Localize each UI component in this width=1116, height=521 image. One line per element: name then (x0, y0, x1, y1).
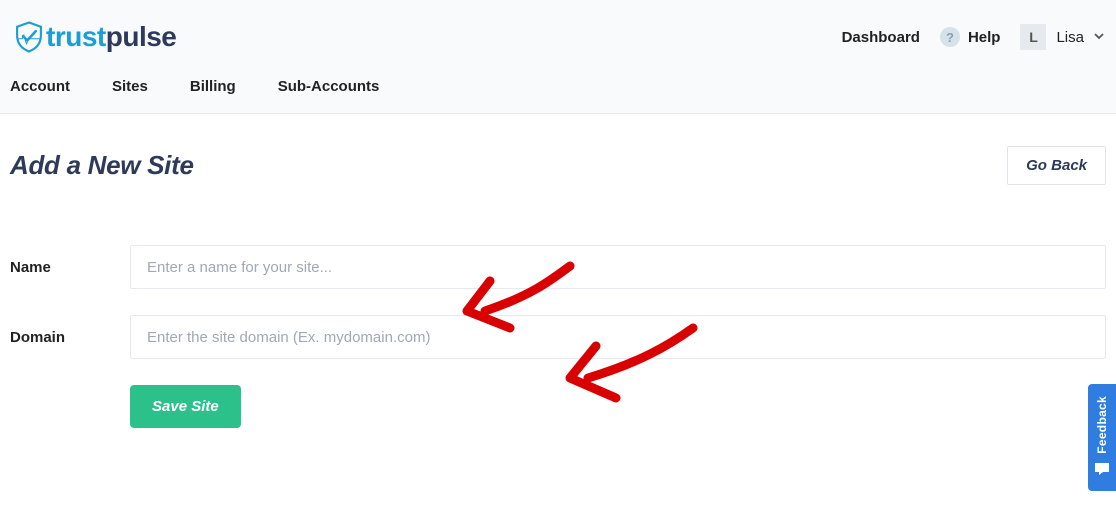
user-name: Lisa (1056, 29, 1084, 46)
site-domain-input[interactable] (130, 315, 1106, 359)
chevron-down-icon (1094, 31, 1104, 43)
help-icon: ? (940, 27, 960, 47)
save-site-button[interactable]: Save Site (130, 385, 241, 428)
secondary-nav: Account Sites Billing Sub-Accounts (0, 66, 1116, 113)
site-name-input[interactable] (130, 245, 1106, 289)
header-row: trustpulse Dashboard ? Help L Lisa (0, 0, 1116, 66)
nav-subaccounts[interactable]: Sub-Accounts (278, 78, 380, 95)
shield-check-icon (12, 20, 46, 54)
page-title: Add a New Site (10, 150, 194, 181)
nav-billing[interactable]: Billing (190, 78, 236, 95)
dashboard-link[interactable]: Dashboard (842, 29, 920, 46)
user-menu[interactable]: L Lisa (1020, 24, 1104, 50)
help-link[interactable]: ? Help (940, 27, 1001, 47)
page-head: Add a New Site Go Back (10, 146, 1106, 185)
top-header: trustpulse Dashboard ? Help L Lisa Accou… (0, 0, 1116, 114)
feedback-tab[interactable]: Feedback (1088, 384, 1116, 491)
help-label: Help (968, 29, 1001, 46)
page-body: Add a New Site Go Back Name Domain Save … (0, 114, 1116, 428)
name-label: Name (10, 259, 130, 276)
nav-sites[interactable]: Sites (112, 78, 148, 95)
domain-label: Domain (10, 329, 130, 346)
brand-logo[interactable]: trustpulse (12, 20, 176, 54)
avatar: L (1020, 24, 1046, 50)
chat-icon (1094, 462, 1110, 479)
feedback-label: Feedback (1095, 396, 1109, 454)
nav-account[interactable]: Account (10, 78, 70, 95)
header-right: Dashboard ? Help L Lisa (842, 24, 1104, 50)
go-back-button[interactable]: Go Back (1007, 146, 1106, 185)
form-row-domain: Domain (10, 315, 1106, 359)
form-row-name: Name (10, 245, 1106, 289)
brand-text: trustpulse (46, 21, 176, 53)
